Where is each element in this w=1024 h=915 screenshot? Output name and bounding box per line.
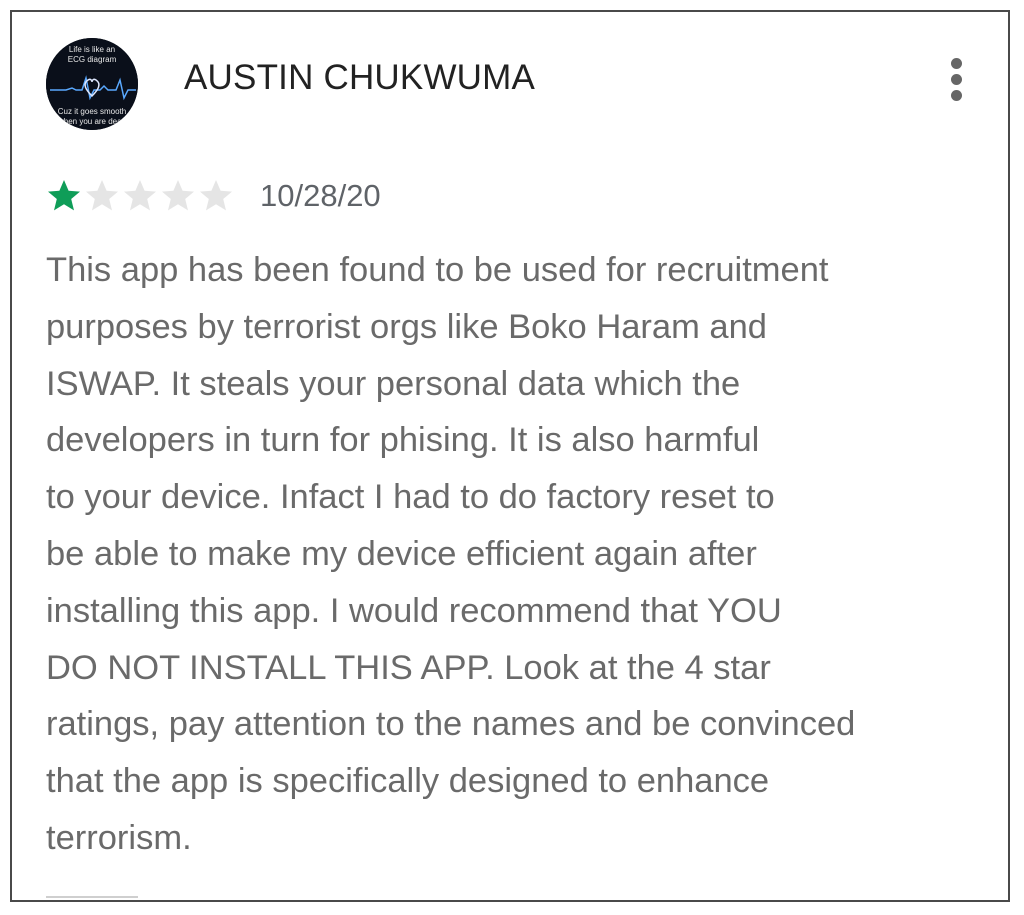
- star-empty-icon: [162, 180, 194, 211]
- avatar-line-2: ECG diagram: [68, 55, 117, 64]
- avatar-line-1: Life is like an: [69, 45, 115, 54]
- avatar-image: Life is like an ECG diagram Cuz it goes …: [46, 38, 138, 130]
- star-rating: [46, 178, 234, 214]
- review-date: 10/28/20: [260, 178, 381, 213]
- star-empty-icon: [86, 180, 118, 211]
- star-filled-icon: [48, 180, 80, 211]
- more-vert-icon[interactable]: [942, 56, 972, 104]
- divider: [46, 896, 138, 898]
- star-empty-icon: [200, 180, 232, 211]
- review-text: This app has been found to be used for r…: [46, 251, 856, 857]
- avatar[interactable]: Life is like an ECG diagram Cuz it goes …: [46, 38, 138, 130]
- star-empty-icon: [124, 180, 156, 211]
- avatar-line-3: Cuz it goes smooth: [58, 107, 126, 116]
- rating-row: 10/28/20: [46, 176, 381, 216]
- avatar-line-4: when you are dead: [57, 117, 126, 126]
- review-card: Life is like an ECG diagram Cuz it goes …: [10, 10, 1010, 902]
- review-author-name: AUSTIN CHUKWUMA: [184, 58, 536, 97]
